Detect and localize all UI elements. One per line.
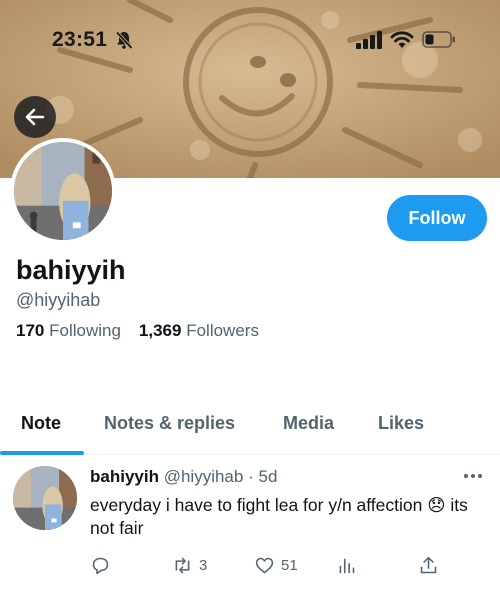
like-count: 51 <box>281 557 298 574</box>
retweet-button[interactable]: 3 <box>172 555 207 576</box>
tweet-avatar[interactable] <box>13 466 77 530</box>
tweet-author-handle[interactable]: @hiyyihab <box>164 467 244 486</box>
share-button[interactable] <box>418 555 439 576</box>
profile-avatar[interactable] <box>10 138 116 244</box>
retweet-icon <box>175 557 190 574</box>
like-icon <box>255 557 274 574</box>
profile-display-name: bahiyyih <box>16 255 126 285</box>
tweet-age[interactable]: 5d <box>258 467 277 486</box>
tab-note[interactable]: Note <box>21 413 61 434</box>
reply-icon <box>92 557 109 575</box>
followers-count: 1,369 <box>138 321 182 340</box>
profile-handle: @hiyyihab <box>16 290 101 310</box>
status-time: 23:51 <box>52 28 108 51</box>
tweet-actions: 3 51 <box>0 555 500 579</box>
tab-notes-replies[interactable]: Notes & replies <box>104 413 235 434</box>
more-icon[interactable] <box>462 470 484 482</box>
wifi-icon <box>390 31 414 48</box>
status-bar: 23:51 <box>0 0 500 80</box>
share-icon <box>420 556 437 574</box>
battery-icon <box>422 31 455 48</box>
back-arrow-icon <box>25 108 45 126</box>
following-label: Following <box>49 321 121 340</box>
retweet-count: 3 <box>199 557 208 574</box>
profile-tabs: Note Notes & replies Media Likes <box>0 400 500 455</box>
tweet-separator: · <box>248 467 254 486</box>
following-count: 170 <box>16 321 45 340</box>
tweet-text: everyday i have to fight lea for y/n aff… <box>90 495 468 538</box>
reply-button[interactable] <box>90 555 111 576</box>
followers-label: Followers <box>186 321 259 340</box>
follow-button[interactable]: Follow <box>387 195 487 241</box>
active-tab-indicator <box>0 451 84 455</box>
views-button[interactable] <box>336 555 357 576</box>
back-button[interactable] <box>14 96 56 138</box>
bell-slash-icon <box>115 31 133 50</box>
profile-stats: 170 Following 1,369 Followers <box>16 321 259 341</box>
like-button[interactable]: 51 <box>254 555 298 576</box>
avatar-photo <box>14 142 112 240</box>
tweet-avatar-photo <box>13 466 77 530</box>
tab-likes[interactable]: Likes <box>378 413 424 434</box>
following-link[interactable]: 170 Following <box>16 321 121 341</box>
followers-link[interactable]: 1,369 Followers <box>139 321 259 341</box>
tab-media[interactable]: Media <box>283 413 334 434</box>
signal-icon <box>356 31 382 49</box>
tweet-author-name[interactable]: bahiyyih <box>90 467 159 486</box>
views-icon <box>339 558 355 574</box>
tweet-header: bahiyyih @hiyyihab · 5d <box>90 467 277 487</box>
